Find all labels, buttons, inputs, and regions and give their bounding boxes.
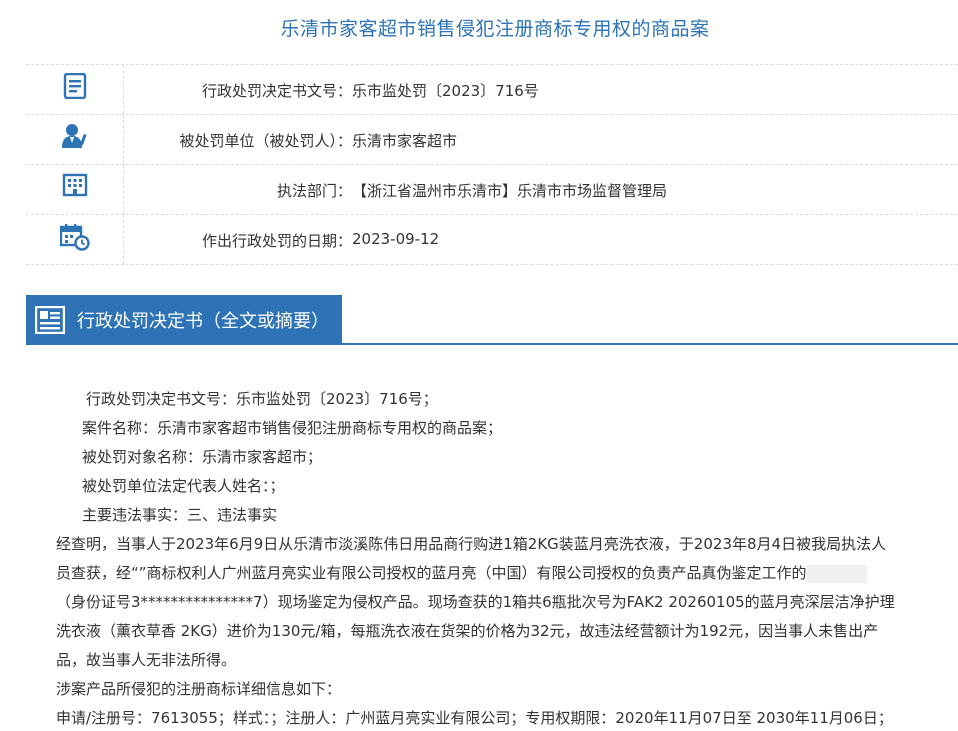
body-line: 行政处罚决定书文号：乐市监处罚〔2023〕716号； <box>86 390 438 408</box>
body-line: 被处罚单位法定代表人姓名：； <box>82 477 285 495</box>
info-value: 乐清市家客超市 <box>352 132 458 150</box>
info-row-penalized-party: 被处罚单位（被处罚人）： 乐清市家客超市 <box>26 115 958 165</box>
info-value: 【浙江省温州市乐清市】乐清市市场监督管理局 <box>352 182 668 200</box>
section-header: 行政处罚决定书（全文或摘要） <box>26 295 958 345</box>
document-list-icon <box>63 72 87 103</box>
body-line: 主要违法事实：三、违法事实 <box>82 506 278 524</box>
section-title: 行政处罚决定书（全文或摘要） <box>77 311 329 332</box>
body-line: 案件名称：乐清市家客超市销售侵犯注册商标专用权的商品案； <box>82 419 503 437</box>
building-icon <box>62 173 88 201</box>
info-value: 2023-09-12 <box>352 230 440 248</box>
body-line: 被处罚对象名称：乐清市家客超市； <box>82 448 323 466</box>
info-label: 被处罚单位（被处罚人）： <box>179 132 352 150</box>
body-paragraph-line: （身份证号3***************7）现场鉴定为侵权产品。现场查获的1箱… <box>56 593 895 611</box>
page-title: 乐清市家客超市销售侵犯注册商标专用权的商品案 <box>280 18 710 40</box>
body-paragraph-line: 品，故当事人无非法所得。 <box>56 651 237 669</box>
info-label: 作出行政处罚的日期： <box>201 232 352 250</box>
info-label: 执法部门： <box>276 182 352 200</box>
info-label: 行政处罚决定书文号： <box>201 82 352 100</box>
body-line: 申请/注册号：7613055；样式：；注册人：广州蓝月亮实业有限公司；专用权期限… <box>56 709 893 727</box>
redacted-name-mask <box>806 564 867 583</box>
case-info-table: 行政处罚决定书文号： 乐市监处罚〔2023〕716号 被处罚单位（被处罚人）： … <box>26 64 958 265</box>
body-paragraph-line: 经查明，当事人于2023年6月9日从乐清市淡溪陈伟日用品商行购进1箱2KG装蓝月… <box>56 535 887 553</box>
info-value: 乐市监处罚〔2023〕716号 <box>352 82 539 100</box>
info-row-decision-number: 行政处罚决定书文号： 乐市监处罚〔2023〕716号 <box>26 65 958 115</box>
body-paragraph-line: 洗衣液（薰衣草香 2KG）进价为130元/箱，每瓶洗衣液在货架的价格为32元，故… <box>56 622 879 640</box>
section-tab: 行政处罚决定书（全文或摘要） <box>26 295 342 345</box>
decision-body: 行政处罚决定书文号：乐市监处罚〔2023〕716号； 案件名称：乐清市家客超市销… <box>56 385 936 731</box>
info-row-penalty-date: 作出行政处罚的日期： 2023-09-12 <box>26 215 958 265</box>
body-line: 涉案产品所侵犯的注册商标详细信息如下： <box>56 680 342 698</box>
person-icon <box>61 123 89 153</box>
body-paragraph-line: 员查获，经“”商标权利人广州蓝月亮实业有限公司授权的蓝月亮（中国）有限公司授权的… <box>56 559 936 588</box>
info-row-enforcement-department: 执法部门： 【浙江省温州市乐清市】乐清市市场监督管理局 <box>26 165 958 215</box>
document-icon <box>35 306 65 334</box>
calendar-clock-icon <box>59 223 90 255</box>
